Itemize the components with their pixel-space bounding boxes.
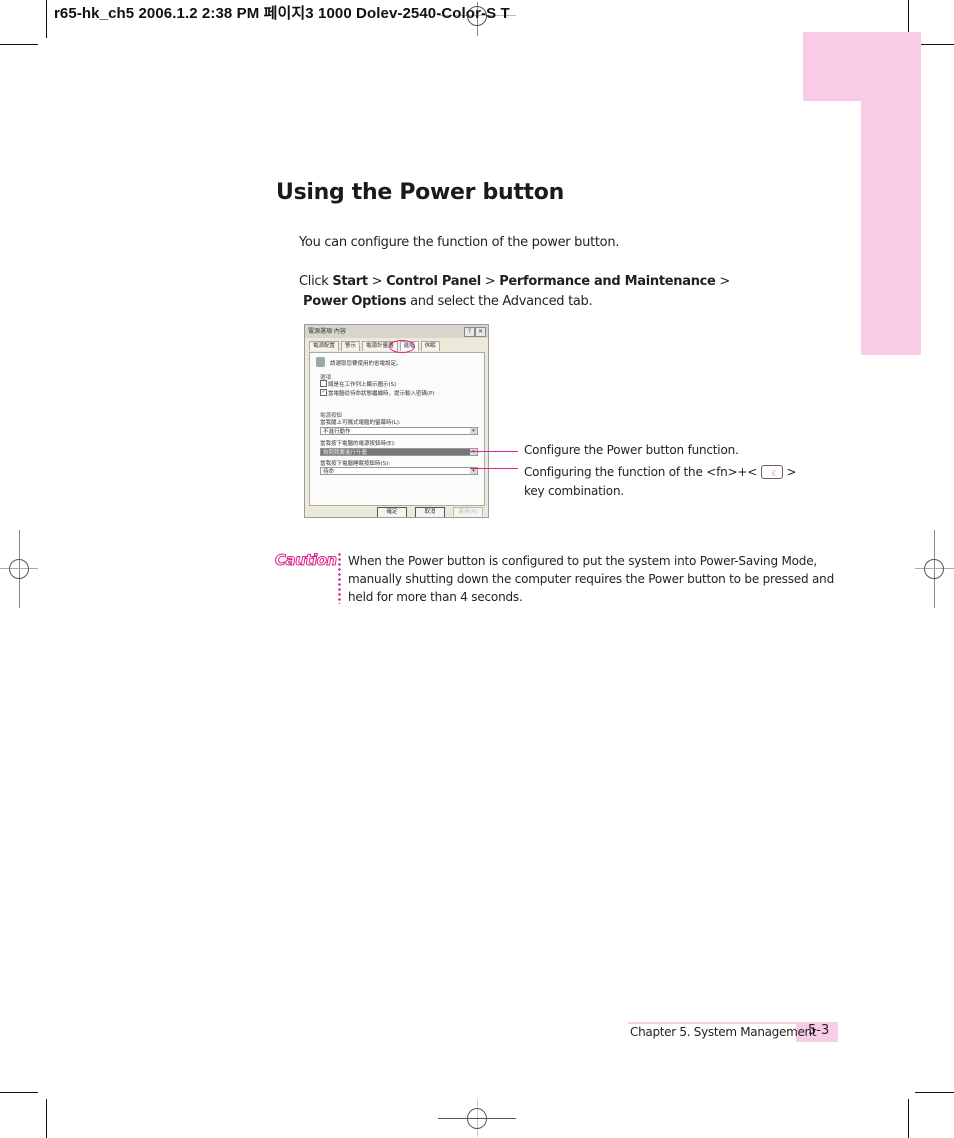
footer-chapter: Chapter 5. System Management xyxy=(630,1025,817,1039)
caution-text: When the Power button is configured to p… xyxy=(348,552,834,606)
power-button-select[interactable]: 詢問我要進行什麼 ▾ xyxy=(320,448,478,456)
cancel-button[interactable]: 取消 xyxy=(415,507,445,517)
dialog-title: 電源選項 內容 xyxy=(305,325,488,338)
advanced-tab-highlight xyxy=(389,340,415,353)
option2-checkbox[interactable]: ✓ xyxy=(320,389,327,396)
option1-checkbox[interactable] xyxy=(320,380,327,387)
panel-description: 請選取您要使用的省電設定。 xyxy=(330,361,402,367)
callout-leader-line xyxy=(470,451,518,452)
help-button[interactable]: ? xyxy=(464,327,475,337)
callout-fn-text: Configuring the function of the <fn>+< xyxy=(524,465,758,479)
instruction-line-1: Click Start > Control Panel > Performanc… xyxy=(299,274,730,289)
callout-leader-line xyxy=(470,468,518,469)
callout-power-button: Configure the Power button function. xyxy=(524,443,739,457)
crop-mark xyxy=(0,1092,38,1093)
sleep-button-value: 待命 xyxy=(323,469,335,475)
page-number: 5-3 xyxy=(808,1023,830,1038)
power-button-value: 詢問我要進行什麼 xyxy=(323,450,368,456)
advanced-panel: 請選取您要使用的省電設定。 選項 總是在工作列上顯示圖示(S) ✓ 當電腦從待命… xyxy=(309,352,485,506)
crop-mark xyxy=(915,1092,954,1093)
crop-mark xyxy=(46,0,47,38)
option2-label: 當電腦從待命狀態繼續時，提示輸入密碼(P) xyxy=(328,391,435,397)
caution-line: held for more than 4 seconds. xyxy=(348,590,523,604)
dialog-tabs: 電源配置 警示 電源計量器 進階 休眠 xyxy=(309,341,440,351)
chapter-tab-decoration xyxy=(803,32,921,101)
menu-path-performance: Performance and Maintenance xyxy=(499,274,716,289)
menu-path-power-options: Power Options xyxy=(303,294,407,309)
print-slug: r65-hk_ch5 2006.1.2 2:38 PM 페이지3 1000 Do… xyxy=(54,5,510,22)
tab-hibernate[interactable]: 休眠 xyxy=(420,341,440,351)
sleep-button-label: 當我按下電腦睡眠按鈕時(S): xyxy=(320,461,391,467)
sleep-button-select[interactable]: 待命 ▾ xyxy=(320,467,478,475)
caution-divider xyxy=(338,552,341,604)
instruction-suffix: and select the Advanced tab. xyxy=(406,294,593,309)
menu-path-control-panel: Control Panel xyxy=(386,274,481,289)
instruction-line-2: Power Options and select the Advanced ta… xyxy=(303,294,593,309)
instruction-prefix: Click xyxy=(299,274,333,289)
path-separator: > xyxy=(715,274,731,289)
caution-line: When the Power button is configured to p… xyxy=(348,554,817,568)
chevron-down-icon: ▾ xyxy=(470,449,477,455)
apply-button[interactable]: 套用(A) xyxy=(453,507,483,517)
crop-mark xyxy=(908,1099,909,1138)
caution-line: manually shutting down the computer requ… xyxy=(348,572,834,586)
lid-action-value: 不進行動作 xyxy=(323,429,351,435)
registration-mark xyxy=(467,1108,487,1129)
section-heading: Using the Power button xyxy=(276,180,564,205)
power-button-label: 當我按下電腦的電源按鈕時(E): xyxy=(320,441,396,447)
caution-label: Caution xyxy=(275,551,338,570)
callout-fn-key: Configuring the function of the <fn>+< ☾… xyxy=(524,464,797,480)
moon-icon: ☾ xyxy=(771,468,779,478)
registration-mark xyxy=(924,559,944,579)
chapter-tab-decoration xyxy=(861,101,921,355)
sleep-key-icon: ☾ xyxy=(760,464,783,479)
power-options-dialog-screenshot: 電源選項 內容 ? ✕ 電源配置 警示 電源計量器 進階 休眠 請選取您要使用的… xyxy=(304,324,489,518)
tab-power-schemes[interactable]: 電源配置 xyxy=(309,341,340,351)
callout-fn-suffix: > xyxy=(786,465,797,479)
close-button[interactable]: ✕ xyxy=(475,327,486,337)
callout-fn-key-line2: key combination. xyxy=(524,484,624,498)
lid-action-select[interactable]: 不進行動作 ▾ xyxy=(320,427,478,435)
option1-label: 總是在工作列上顯示圖示(S) xyxy=(328,382,397,388)
ok-button[interactable]: 確定 xyxy=(377,507,407,517)
path-separator: > xyxy=(367,274,387,289)
crop-mark xyxy=(0,44,38,45)
chevron-down-icon: ▾ xyxy=(470,428,477,434)
lid-action-label: 當我闔上可攜式電腦的螢幕時(L): xyxy=(320,420,401,426)
path-separator: > xyxy=(480,274,500,289)
intro-text: You can configure the function of the po… xyxy=(299,235,620,250)
registration-mark xyxy=(9,559,29,579)
tab-alarms[interactable]: 警示 xyxy=(341,341,361,351)
crop-mark xyxy=(46,1099,47,1138)
menu-path-start: Start xyxy=(332,274,368,289)
battery-icon xyxy=(316,357,325,367)
